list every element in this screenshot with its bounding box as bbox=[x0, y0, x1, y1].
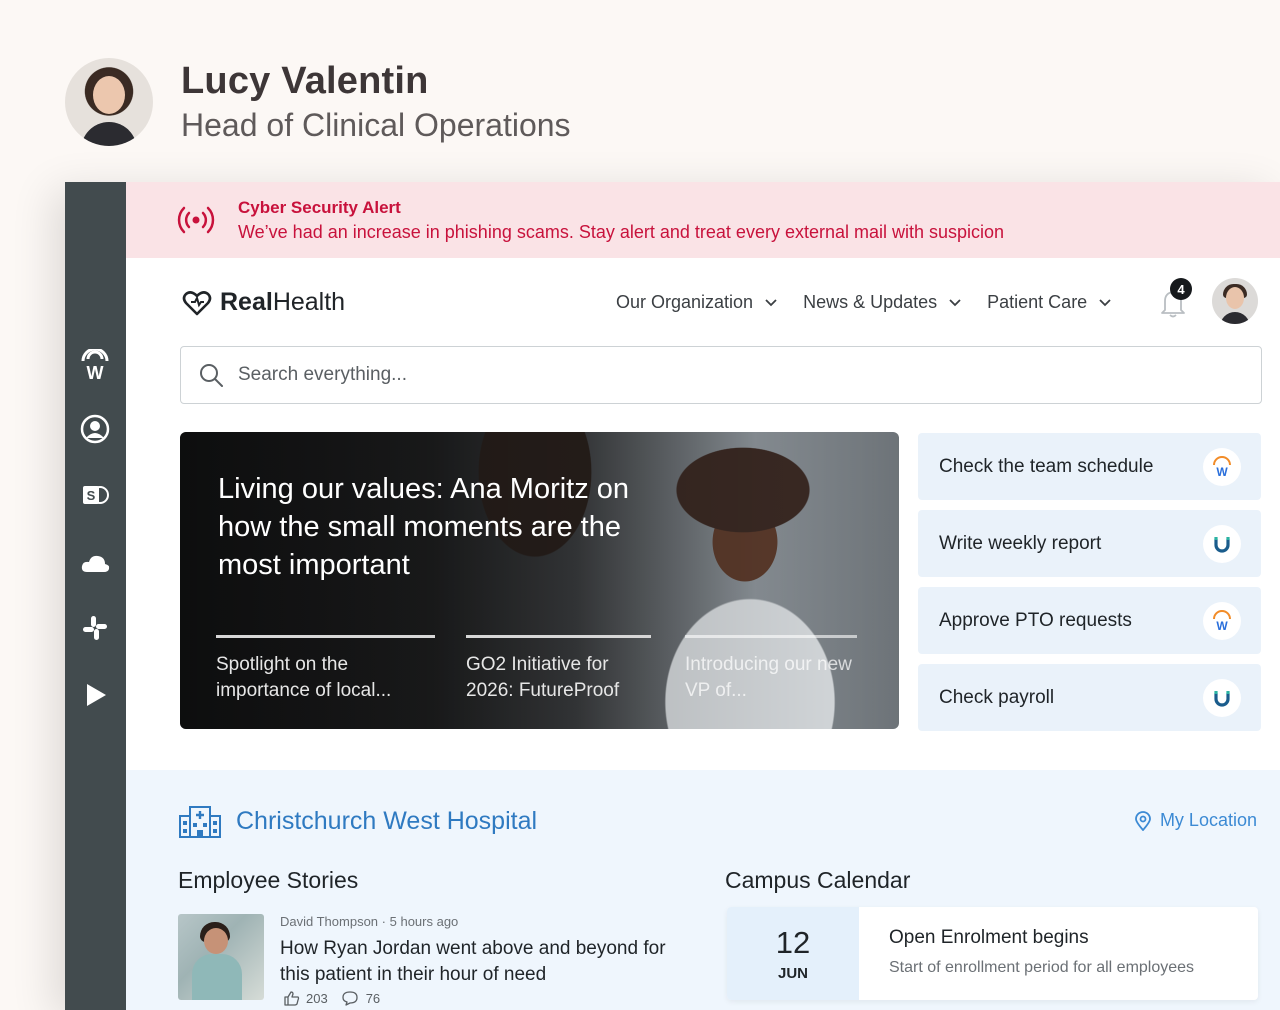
search-bar[interactable] bbox=[180, 346, 1262, 404]
hospital-icon bbox=[179, 806, 221, 838]
nav-label: Patient Care bbox=[987, 292, 1088, 312]
quick-action-approve-pto[interactable]: Approve PTO requests W bbox=[918, 587, 1261, 654]
calendar-event-subtitle: Start of enrollment period for all emplo… bbox=[889, 959, 1195, 976]
calendar-event-title: Open Enrolment begins bbox=[889, 927, 1089, 948]
chevron-down-icon bbox=[949, 298, 961, 306]
user-avatar[interactable] bbox=[1212, 278, 1258, 324]
notification-badge: 4 bbox=[1170, 278, 1192, 300]
security-alert-banner: Cyber Security Alert We’ve had an increa… bbox=[126, 182, 1280, 258]
story-author: David Thompson bbox=[280, 914, 379, 929]
story-likes: 203 bbox=[306, 990, 328, 1006]
quick-action-weekly-report[interactable]: Write weekly report bbox=[918, 510, 1261, 577]
campus-calendar-title: Campus Calendar bbox=[725, 867, 911, 893]
hero-tab-1[interactable]: Spotlight on the importance of local... bbox=[216, 635, 435, 704]
hero-title[interactable]: Living our values: Ana Moritz on how the… bbox=[218, 470, 678, 584]
story-time: 5 hours ago bbox=[389, 914, 459, 929]
play-icon[interactable] bbox=[78, 678, 112, 712]
hero-tab-label: Introducing our new VP of... bbox=[685, 654, 852, 701]
comment-icon[interactable] bbox=[342, 990, 358, 1006]
workvivo-icon[interactable]: W bbox=[78, 348, 112, 382]
search-input[interactable] bbox=[238, 364, 1138, 386]
nav-label: News & Updates bbox=[803, 292, 938, 312]
hero-tab-3[interactable]: Introducing our new VP of... bbox=[685, 635, 857, 704]
main-nav: Our Organization News & Updates Patient … bbox=[616, 292, 1137, 313]
quick-action-team-schedule[interactable]: Check the team schedule W bbox=[918, 433, 1261, 500]
chevron-down-icon bbox=[765, 298, 777, 306]
hero-tab-label: GO2 Initiative for 2026: FutureProof bbox=[466, 654, 620, 701]
story-comments: 76 bbox=[365, 990, 381, 1006]
broadcast-icon bbox=[177, 206, 215, 234]
app-window: W S Cyber Security Alert We’ve had an in… bbox=[65, 182, 1280, 1010]
svg-text:W: W bbox=[1216, 619, 1228, 632]
my-location-link[interactable]: My Location bbox=[1134, 810, 1257, 831]
workvivo-icon: W bbox=[1203, 601, 1241, 640]
quick-action-label: Check the team schedule bbox=[939, 455, 1154, 477]
realhealth-logo[interactable]: Real Health bbox=[182, 288, 345, 317]
quick-action-check-payroll[interactable]: Check payroll bbox=[918, 664, 1261, 731]
story-stats: 203 76 bbox=[284, 990, 380, 1006]
search-icon bbox=[200, 364, 223, 387]
nav-patient-care[interactable]: Patient Care bbox=[987, 292, 1111, 313]
svg-text:W: W bbox=[1216, 465, 1228, 478]
thumbs-up-icon[interactable] bbox=[284, 990, 300, 1006]
calendar-day: 12 bbox=[775, 925, 811, 960]
story-title[interactable]: How Ryan Jordan went above and beyond fo… bbox=[280, 936, 680, 988]
app-rail: W S bbox=[65, 182, 126, 1010]
quick-action-label: Approve PTO requests bbox=[939, 609, 1132, 631]
alert-title: Cyber Security Alert bbox=[238, 197, 401, 217]
location-pin-icon bbox=[1135, 810, 1151, 831]
svg-text:W: W bbox=[87, 363, 104, 381]
profile-avatar bbox=[65, 58, 153, 146]
heart-logo-icon bbox=[182, 290, 212, 315]
story-meta: David Thompson · 5 hours ago bbox=[280, 914, 459, 929]
quick-action-label: Check payroll bbox=[939, 686, 1055, 708]
svg-text:S: S bbox=[87, 488, 96, 503]
magnet-icon bbox=[1203, 678, 1241, 717]
hero-carousel[interactable]: Living our values: Ana Moritz on how the… bbox=[180, 432, 899, 729]
nav-our-organization[interactable]: Our Organization bbox=[616, 292, 777, 313]
location-section: Christchurch West Hospital My Location E… bbox=[126, 770, 1280, 1010]
calendar-month: JUN bbox=[777, 965, 808, 982]
hero-tab-label: Spotlight on the importance of local... bbox=[216, 654, 392, 701]
hero-tab-2[interactable]: GO2 Initiative for 2026: FutureProof bbox=[466, 635, 651, 704]
hospital-header: Christchurch West Hospital bbox=[178, 804, 537, 838]
logo-text-regular: Health bbox=[272, 288, 346, 316]
magnet-icon bbox=[1203, 524, 1241, 563]
profile-role: Head of Clinical Operations bbox=[181, 107, 571, 143]
profile-header: Lucy Valentin Head of Clinical Operation… bbox=[65, 58, 571, 146]
alert-message: We’ve had an increase in phishing scams.… bbox=[238, 221, 1005, 242]
quick-action-label: Write weekly report bbox=[939, 532, 1102, 554]
workvivo-icon: W bbox=[1203, 447, 1241, 486]
nav-news-updates[interactable]: News & Updates bbox=[803, 292, 961, 313]
chevron-down-icon bbox=[1099, 298, 1111, 306]
calendar-event[interactable]: 12 JUN Open Enrolment begins Start of en… bbox=[727, 907, 1258, 1000]
profile-name: Lucy Valentin bbox=[181, 60, 429, 102]
employee-stories-title: Employee Stories bbox=[178, 867, 359, 893]
story-thumbnail[interactable] bbox=[178, 914, 264, 1000]
calendar-date: 12 JUN bbox=[727, 907, 859, 1000]
sharepoint-icon[interactable]: S bbox=[78, 478, 112, 512]
cloud-icon[interactable] bbox=[78, 546, 112, 580]
nav-label: Our Organization bbox=[616, 292, 754, 312]
my-location-label: My Location bbox=[1159, 810, 1257, 830]
main-content: Cyber Security Alert We’ve had an increa… bbox=[126, 182, 1280, 1010]
user-circle-icon[interactable] bbox=[78, 412, 112, 446]
slack-icon[interactable] bbox=[78, 611, 112, 645]
top-navigation: Real Health Our Organization News & Updat… bbox=[126, 258, 1280, 348]
hospital-name: Christchurch West Hospital bbox=[236, 806, 538, 835]
logo-text-bold: Real bbox=[220, 288, 273, 316]
